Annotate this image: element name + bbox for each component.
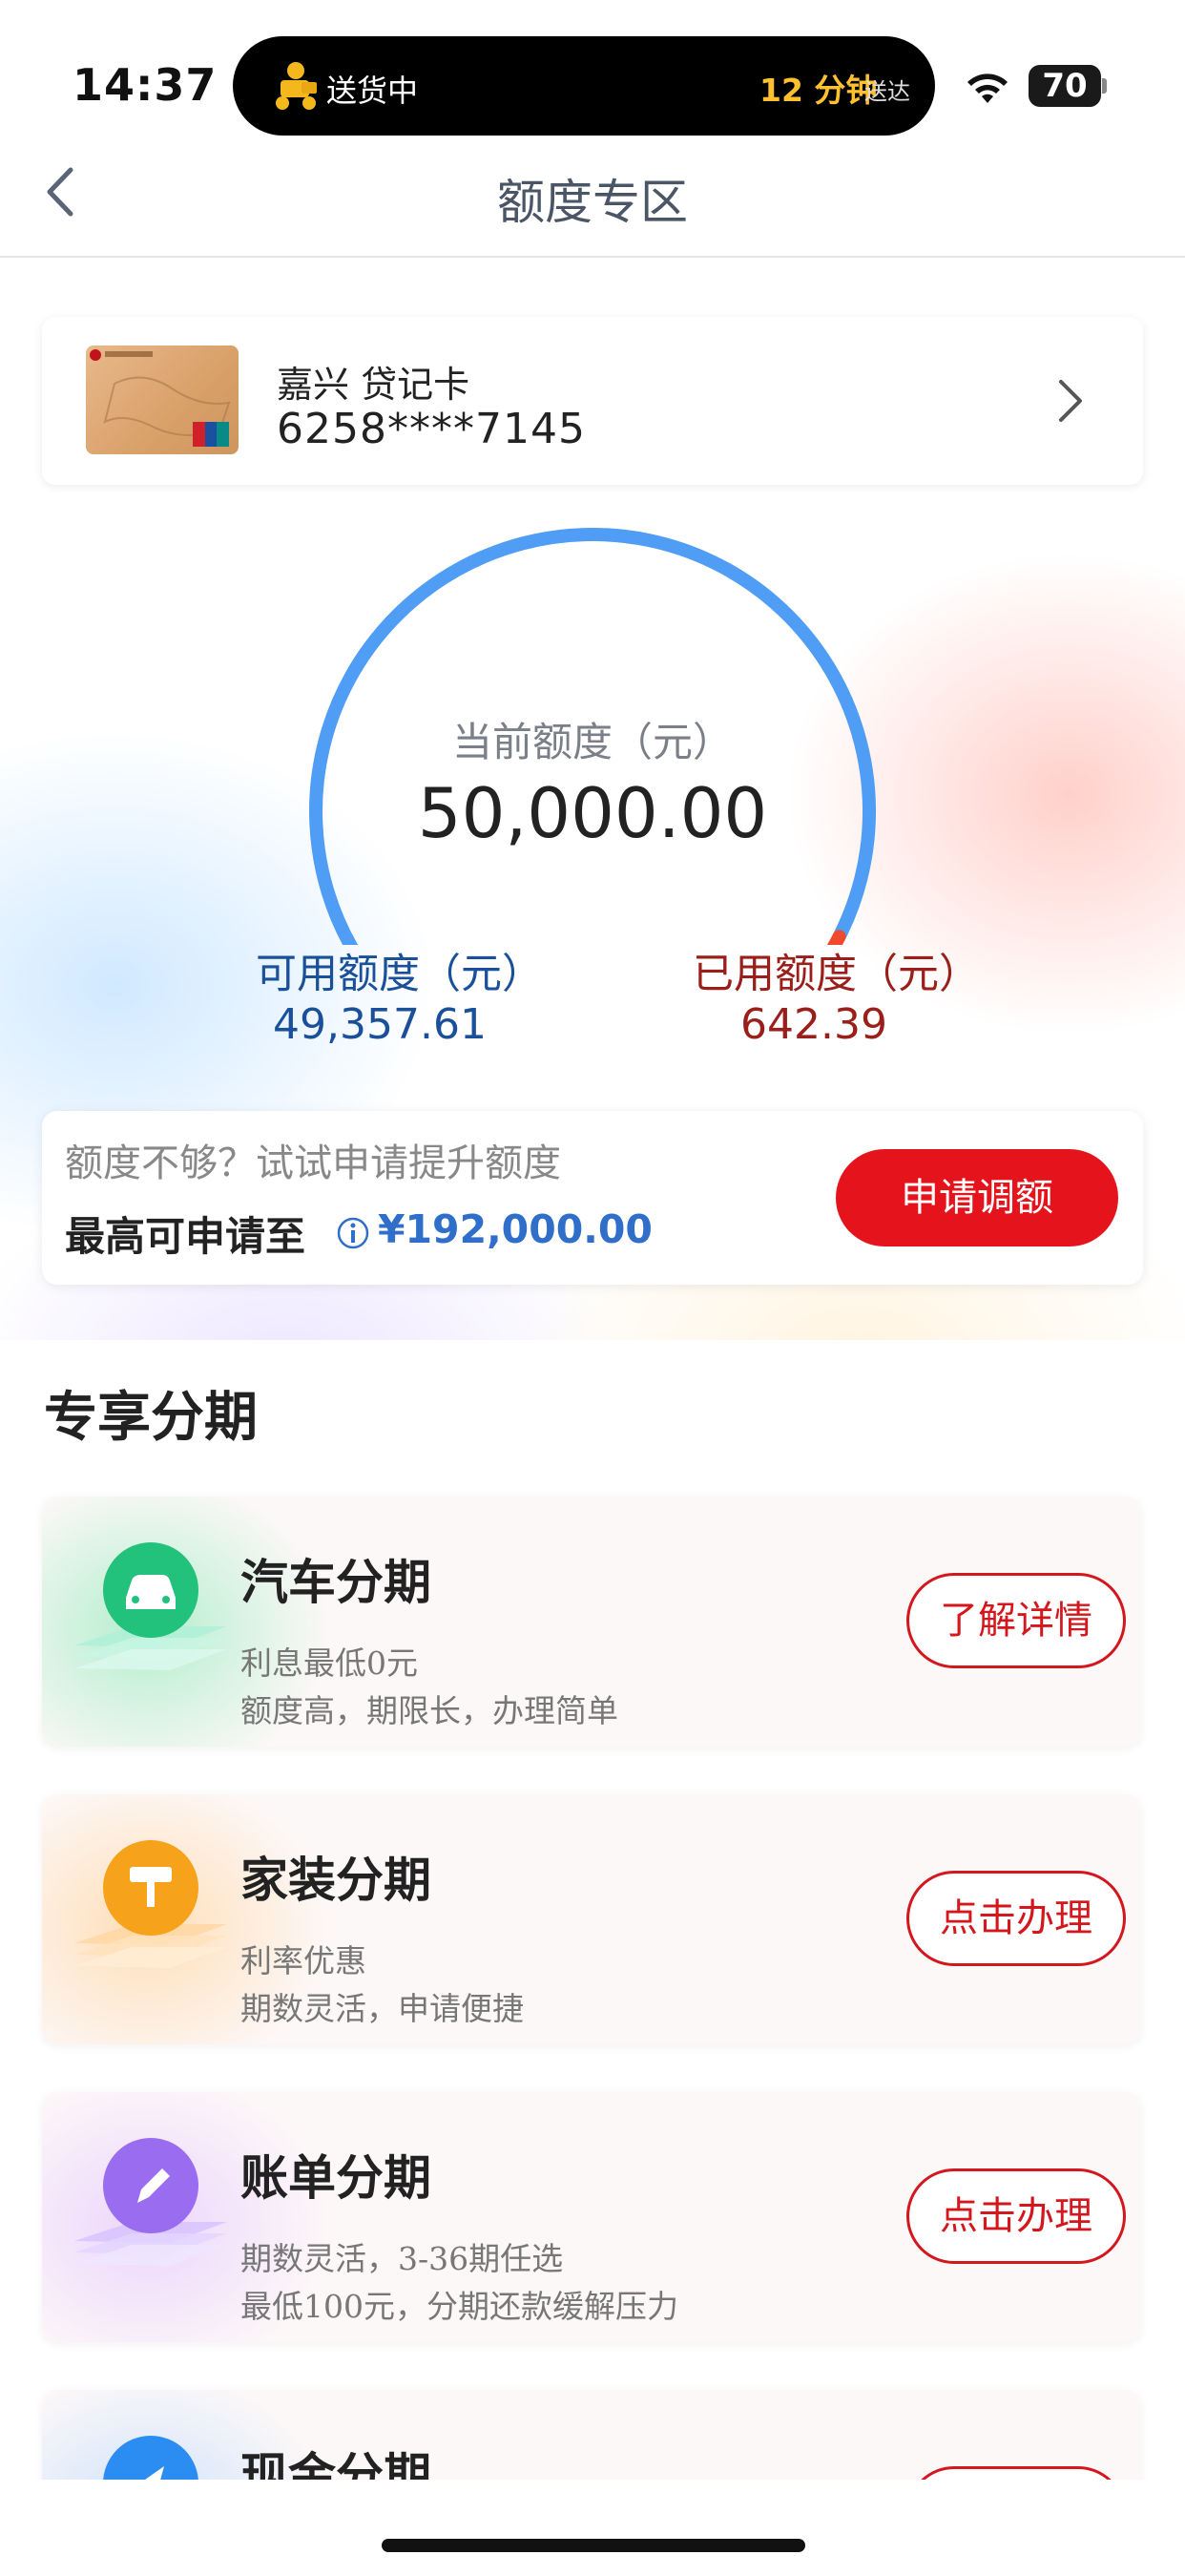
plan-desc-1: 利息最低0元 xyxy=(240,1644,418,1682)
plan-desc-1: 利率优惠 xyxy=(240,1942,366,1979)
used-limit-label: 已用额度（元） xyxy=(693,951,980,998)
card-name: 嘉兴 贷记卡 xyxy=(277,364,470,406)
plan-title: 汽车分期 xyxy=(240,1555,431,1610)
plan-card-bill[interactable]: 账单分期 期数灵活，3-36期任选 最低100元，分期还款缓解压力 点击办理 xyxy=(42,2092,1141,2342)
learn-more-button[interactable]: 了解详情 xyxy=(906,1573,1126,1668)
raise-limit-panel: 额度不够？试试申请提升额度 最高可申请至 ¥192,000.00 申请调额 xyxy=(42,1111,1143,1285)
card-selector[interactable]: 嘉兴 贷记卡 6258****7145 xyxy=(42,317,1143,485)
plan-desc-2: 最低100元，分期还款缓解压力 xyxy=(240,2288,678,2325)
delivery-eta: 12 分钟 xyxy=(759,72,878,109)
bottom-safe-area xyxy=(0,2480,1185,2576)
plan-card-home-decoration[interactable]: 家装分期 利率优惠 期数灵活，申请便捷 点击办理 xyxy=(42,1794,1141,2044)
wifi-icon xyxy=(967,73,1008,103)
plan-card-car[interactable]: 汽车分期 利息最低0元 额度高，期限长，办理简单 了解详情 xyxy=(42,1497,1141,1747)
home-indicator[interactable] xyxy=(382,2539,805,2552)
paint-roller-icon xyxy=(74,1840,227,1968)
card-art-icon xyxy=(90,349,231,447)
current-limit-value: 50,000.00 xyxy=(417,773,768,853)
section-title-installments: 专享分期 xyxy=(44,1387,258,1449)
plan-desc-2: 期数灵活，申请便捷 xyxy=(240,1990,524,2027)
used-limit-value: 642.39 xyxy=(740,1000,887,1049)
available-limit-label: 可用额度（元） xyxy=(256,951,543,998)
nav-divider xyxy=(0,256,1185,258)
card-number: 6258****7145 xyxy=(277,405,586,453)
apply-adjust-limit-button[interactable]: 申请调额 xyxy=(836,1149,1118,1246)
plan-desc-1: 期数灵活，3-36期任选 xyxy=(240,2240,564,2277)
delivery-arrive-label: 送达 xyxy=(864,78,910,105)
chevron-right-icon xyxy=(1059,380,1082,422)
dynamic-island-delivery[interactable]: 送货中 12 分钟 送达 xyxy=(233,36,935,136)
battery-level: 70 xyxy=(1042,67,1088,105)
plan-desc-2: 额度高，期限长，办理简单 xyxy=(240,1692,618,1729)
page-title: 额度专区 xyxy=(497,175,688,230)
pencil-icon xyxy=(74,2138,227,2266)
max-apply-label: 最高可申请至 xyxy=(65,1213,306,1260)
limit-zone-screen: 14:37 送货中 12 分钟 送达 70 额度专区 嘉兴 贷记卡 6258**… xyxy=(0,0,1185,2576)
battery-indicator: 70 xyxy=(1029,65,1107,107)
max-apply-value: ¥192,000.00 xyxy=(378,1206,653,1252)
current-limit-label: 当前额度（元） xyxy=(451,719,733,765)
apply-now-button[interactable]: 点击办理 xyxy=(906,1871,1126,1966)
apply-now-button[interactable]: 点击办理 xyxy=(906,2168,1126,2264)
delivery-status: 送货中 xyxy=(326,73,419,109)
battery-tip xyxy=(1102,78,1107,94)
credit-card-image xyxy=(86,346,239,454)
raise-limit-hint: 额度不够？试试申请提升额度 xyxy=(65,1141,561,1185)
car-icon xyxy=(74,1542,227,1670)
delivery-rider-icon xyxy=(276,62,317,110)
plan-title: 家装分期 xyxy=(240,1853,431,1908)
available-limit-value: 49,357.61 xyxy=(273,1000,487,1049)
plan-title: 账单分期 xyxy=(240,2150,431,2206)
info-icon[interactable] xyxy=(336,1216,370,1250)
status-time: 14:37 xyxy=(73,59,218,111)
